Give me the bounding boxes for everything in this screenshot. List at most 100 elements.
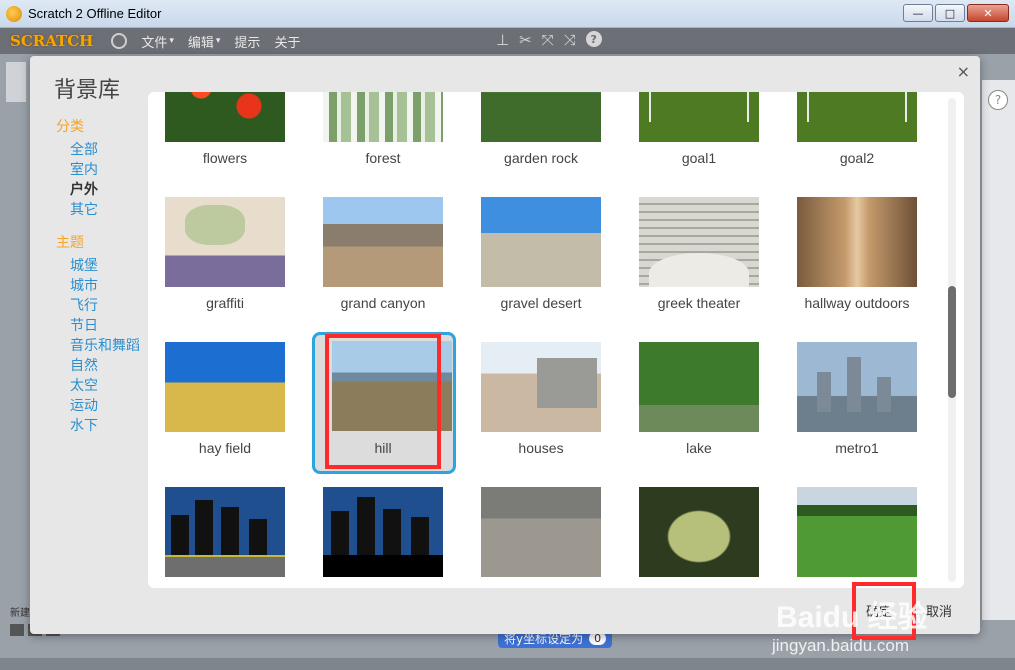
backdrop-label: greek theater	[657, 295, 741, 311]
backdrop-label: graffiti	[206, 295, 244, 311]
backdrop-label: houses	[518, 440, 564, 456]
dialog-close-icon[interactable]: ×	[957, 62, 970, 81]
backdrop-thumbnail	[165, 197, 285, 287]
close-window-button[interactable]: ✕	[967, 4, 1009, 22]
language-globe-icon[interactable]	[111, 33, 128, 49]
tips-help-icon[interactable]: ?	[988, 90, 1008, 110]
building-shape	[357, 497, 375, 555]
building-shape	[331, 511, 349, 555]
backdrop-tile-garden-arch[interactable]	[628, 487, 770, 588]
watermark-logo: Baidu 经验	[776, 601, 928, 634]
window-titlebar: Scratch 2 Offline Editor — □ ✕	[0, 0, 1015, 28]
backdrop-label: forest	[365, 150, 401, 166]
dialog-title: 背景库	[54, 78, 121, 103]
field-lines	[807, 92, 907, 122]
building-shape	[411, 517, 429, 555]
backdrop-tile-graffiti[interactable]: graffiti	[154, 197, 296, 337]
backdrop-tile-lake[interactable]: lake	[628, 342, 770, 482]
backdrop-tile-garden-rock[interactable]: garden rock	[470, 92, 612, 192]
backdrop-tile-field[interactable]	[786, 487, 928, 588]
menu-tips-label: 提示	[234, 35, 261, 51]
backdrop-tile-hay-field[interactable]: hay field	[154, 342, 296, 482]
cut-icon[interactable]: ✂	[519, 31, 532, 49]
house-shape	[537, 358, 597, 408]
menu-edit[interactable]: 编辑 ▾	[188, 32, 221, 51]
building-shape	[171, 515, 189, 555]
cancel-button[interactable]: 取消	[926, 601, 952, 620]
backdrop-library-dialog: 背景库 × 分类 全部 室内 户外 其它 主题 城堡 城市 飞行 节日 音乐和舞…	[30, 56, 980, 634]
menu-file[interactable]: 文件 ▾	[141, 32, 174, 51]
backdrop-tile-hallway-outdoors[interactable]: hallway outdoors	[786, 197, 928, 337]
backdrop-tile-greek-theater[interactable]: greek theater	[628, 197, 770, 337]
highlight-box-hill	[325, 334, 441, 469]
watermark-url: jingyan.baidu.com	[772, 636, 910, 655]
backdrop-tile-forest[interactable]: forest	[312, 92, 454, 192]
backdrop-tile-metro1[interactable]: metro1	[786, 342, 928, 482]
stamp-icon[interactable]: ⊥	[496, 31, 509, 49]
backdrop-thumbnail	[639, 342, 759, 432]
backdrop-thumbnail	[481, 197, 601, 287]
building-shape	[877, 377, 891, 412]
backdrop-grid: flowers forest garden rock goal1 goal2 g…	[148, 92, 964, 588]
scratch-logo[interactable]: SCRATCH	[10, 32, 93, 50]
baidu-watermark: Baidu 经验 jingyan.baidu.com	[772, 592, 928, 656]
backdrop-thumbnail	[481, 487, 601, 577]
backdrop-tile-gravel-desert[interactable]: gravel desert	[470, 197, 612, 337]
scratch-menubar: SCRATCH 文件 ▾ 编辑 ▾ 提示 关于 ⊥ ✂ ⤧ ⤨ ?	[0, 28, 1015, 54]
building-shape	[847, 357, 861, 412]
backdrop-label: metro1	[835, 440, 879, 456]
grow-icon[interactable]: ⤧	[542, 31, 554, 49]
building-shape	[221, 507, 239, 555]
building-shape	[249, 519, 267, 555]
paint-icon[interactable]	[10, 624, 24, 636]
backdrop-thumbnail	[165, 487, 285, 577]
editor-bottom-strip	[0, 658, 1015, 670]
window-title: Scratch 2 Offline Editor	[28, 6, 162, 21]
chevron-down-icon: ▾	[215, 36, 221, 46]
backdrop-thumbnail	[797, 342, 917, 432]
help-icon[interactable]: ?	[585, 31, 602, 47]
backdrop-thumbnail	[797, 92, 917, 142]
field-lines	[649, 92, 749, 122]
menu-about-label: 关于	[274, 35, 301, 51]
backdrop-label: goal1	[681, 150, 717, 166]
road-shape	[323, 555, 443, 577]
backdrop-label: hallway outdoors	[804, 295, 910, 311]
right-side-panel	[982, 80, 1015, 620]
maximize-button[interactable]: □	[935, 4, 965, 22]
backdrop-thumbnail	[639, 487, 759, 577]
grid-scrollbar[interactable]	[948, 98, 956, 582]
menu-about[interactable]: 关于	[274, 32, 300, 51]
backdrop-tile-grand-canyon[interactable]: grand canyon	[312, 197, 454, 337]
menu-tips[interactable]: 提示	[234, 32, 260, 51]
window-controls: — □ ✕	[903, 4, 1009, 22]
backdrop-thumbnail	[797, 487, 917, 577]
backdrop-tile-houses[interactable]: houses	[470, 342, 612, 482]
minimize-button[interactable]: —	[903, 4, 933, 22]
backdrop-thumbnail	[165, 342, 285, 432]
backdrop-tile-goal1[interactable]: goal1	[628, 92, 770, 192]
backdrop-thumbnail	[323, 197, 443, 287]
scratch-app-icon	[6, 5, 22, 22]
new-backdrop-label: 新建	[10, 608, 30, 619]
backdrop-thumbnail	[639, 92, 759, 142]
backdrop-tile-goal2[interactable]: goal2	[786, 92, 928, 192]
backdrop-tile-parking[interactable]	[470, 487, 612, 588]
scrollbar-thumb[interactable]	[948, 286, 956, 398]
backdrop-thumbnail	[481, 92, 601, 142]
shrink-icon[interactable]: ⤨	[564, 31, 576, 49]
chevron-down-icon: ▾	[169, 36, 174, 46]
backdrop-thumbnail	[639, 197, 759, 287]
backdrop-thumbnail	[165, 92, 285, 142]
backdrop-label: lake	[686, 440, 712, 456]
backdrop-label: goal2	[839, 150, 875, 166]
backdrop-tile-night-city-2[interactable]	[312, 487, 454, 588]
backdrop-label: garden rock	[504, 150, 578, 166]
building-shape	[383, 509, 401, 555]
theater-bowl	[649, 253, 749, 287]
building-shape	[817, 372, 831, 412]
backdrop-label: gravel desert	[500, 295, 582, 311]
backdrop-tile-night-city[interactable]	[154, 487, 296, 588]
backdrop-tile-flowers[interactable]: flowers	[154, 92, 296, 192]
backdrop-label: grand canyon	[340, 295, 426, 311]
